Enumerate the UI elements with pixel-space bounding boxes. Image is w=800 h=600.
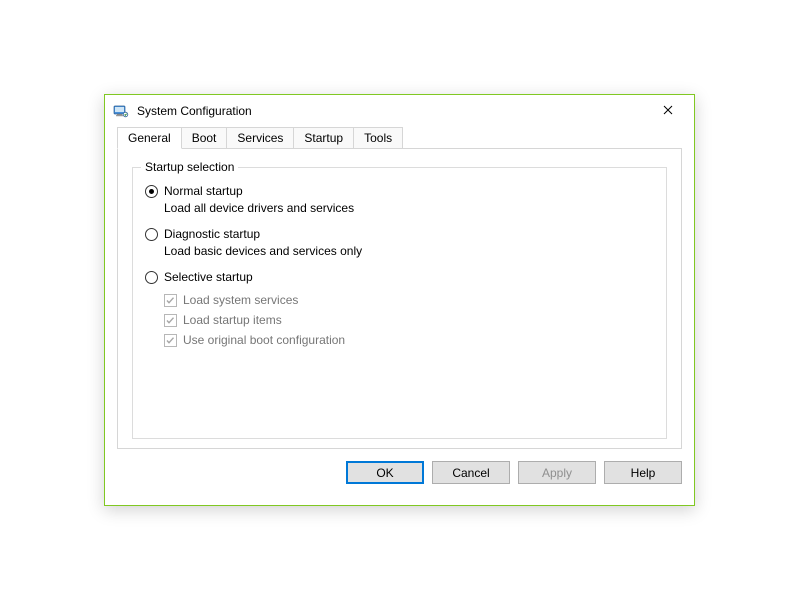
tab-startup[interactable]: Startup — [293, 127, 354, 149]
button-label: Help — [631, 466, 656, 480]
radio-diagnostic-desc: Load basic devices and services only — [164, 244, 654, 258]
tab-strip: General Boot Services Startup Tools — [105, 127, 694, 149]
radio-icon — [145, 228, 158, 241]
check-label: Load system services — [183, 293, 298, 307]
startup-selection-group: Startup selection Normal startup Load al… — [132, 167, 667, 439]
system-configuration-window: System Configuration General Boot Servic… — [104, 94, 695, 506]
check-load-startup-items: Load startup items — [164, 313, 654, 327]
radio-diagnostic-startup[interactable]: Diagnostic startup — [145, 227, 654, 241]
close-button[interactable] — [648, 97, 688, 125]
dialog-button-row: OK Cancel Apply Help — [105, 461, 694, 496]
tab-label: General — [128, 131, 171, 145]
tab-tools[interactable]: Tools — [353, 127, 403, 149]
button-label: Apply — [542, 466, 572, 480]
tab-label: Boot — [192, 131, 217, 145]
radio-selective-startup[interactable]: Selective startup — [145, 270, 654, 284]
titlebar[interactable]: System Configuration — [105, 95, 694, 127]
radio-icon — [145, 271, 158, 284]
tab-label: Startup — [304, 131, 343, 145]
check-load-system-services: Load system services — [164, 293, 654, 307]
tab-label: Services — [237, 131, 283, 145]
group-legend: Startup selection — [141, 160, 238, 174]
cancel-button[interactable]: Cancel — [432, 461, 510, 484]
tab-panel-general: Startup selection Normal startup Load al… — [117, 149, 682, 449]
apply-button[interactable]: Apply — [518, 461, 596, 484]
radio-label: Selective startup — [164, 270, 253, 284]
radio-normal-desc: Load all device drivers and services — [164, 201, 654, 215]
close-icon — [663, 104, 673, 118]
window-title: System Configuration — [137, 104, 648, 118]
app-icon — [113, 103, 129, 119]
radio-normal-startup[interactable]: Normal startup — [145, 184, 654, 198]
button-label: Cancel — [452, 466, 489, 480]
tab-general[interactable]: General — [117, 127, 182, 149]
radio-label: Diagnostic startup — [164, 227, 260, 241]
checkbox-icon — [164, 334, 177, 347]
checkbox-icon — [164, 314, 177, 327]
check-label: Use original boot configuration — [183, 333, 345, 347]
checkbox-icon — [164, 294, 177, 307]
radio-icon — [145, 185, 158, 198]
tab-boot[interactable]: Boot — [181, 127, 228, 149]
radio-label: Normal startup — [164, 184, 243, 198]
check-label: Load startup items — [183, 313, 282, 327]
tab-label: Tools — [364, 131, 392, 145]
check-use-original-boot-config: Use original boot configuration — [164, 333, 654, 347]
ok-button[interactable]: OK — [346, 461, 424, 484]
tab-services[interactable]: Services — [226, 127, 294, 149]
button-label: OK — [376, 466, 393, 480]
help-button[interactable]: Help — [604, 461, 682, 484]
